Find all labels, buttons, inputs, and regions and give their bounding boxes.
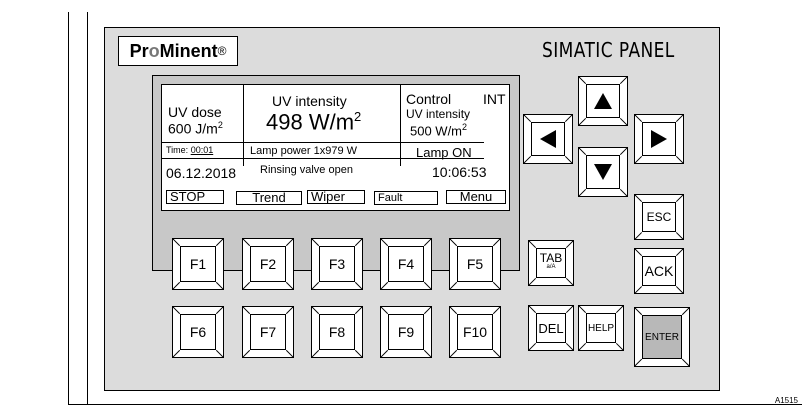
f3-key[interactable]: F3 [311,238,363,290]
panel-label: SIMATIC PANEL [542,38,675,62]
f10-key[interactable]: F10 [449,306,501,358]
f7-label: F7 [250,314,286,350]
time-label: Time: 00:01 [166,145,213,155]
f3-label: F3 [319,246,355,282]
divider-bottom [162,158,484,159]
f1-label: F1 [180,246,216,282]
control-label: Control [406,91,452,107]
arrow-left-icon [531,122,565,156]
ack-key[interactable]: ACK [634,248,684,294]
clock-display: 10:06:53 [432,164,487,180]
f9-key[interactable]: F9 [380,306,432,358]
f2-key[interactable]: F2 [242,238,294,290]
logo-text-o: o [148,40,160,61]
f8-label: F8 [319,314,355,350]
divider-top [162,142,484,143]
help-label: HELP [586,313,616,343]
esc-label: ESC [642,202,676,232]
uv-intensity-label: UV intensity [272,93,347,109]
uv-intensity-exponent: 2 [354,109,362,124]
arrow-up-key[interactable] [578,76,628,126]
tab-key[interactable]: TAB a/A [528,240,574,286]
uv-dose-value: 600 J/m2 [168,120,223,137]
reference-code: A1515 [774,396,798,405]
f6-key[interactable]: F6 [172,306,224,358]
softkey-menu: Menu [446,190,506,204]
arrow-down-key[interactable] [578,147,628,197]
rinsing-status: Rinsing valve open [260,164,353,176]
softkey-trend: Trend [236,191,302,205]
frame-line [87,12,88,404]
arrow-right-key[interactable] [634,114,684,164]
esc-key[interactable]: ESC [634,194,684,240]
f5-key[interactable]: F5 [449,238,501,290]
arrow-down-icon [586,155,620,189]
f2-label: F2 [250,246,286,282]
f6-label: F6 [180,314,216,350]
arrow-right-icon [642,122,676,156]
time-label-text: Time: [166,145,189,155]
f10-label: F10 [457,314,493,350]
arrow-up-icon [586,84,620,118]
control-sub-value: 500 W/m2 [410,122,467,138]
enter-label: ENTER [642,315,682,359]
control-sub-label: UV intensity [406,107,471,121]
softkey-stop: STOP [166,190,224,204]
help-key[interactable]: HELP [578,305,624,351]
f7-key[interactable]: F7 [242,306,294,358]
uv-intensity-value: 498 W/m2 [266,109,361,135]
display-screen: UV dose 600 J/m2 UV intensity 498 W/m2 C… [161,84,510,211]
f4-key[interactable]: F4 [380,238,432,290]
logo-text-start: Pr [129,40,149,61]
uv-dose-label: UV dose [168,104,222,120]
arrow-left-key[interactable] [523,114,573,164]
f4-label: F4 [388,246,424,282]
control-sub-exponent: 2 [462,122,468,132]
registered-mark: ® [217,44,227,58]
control-mode: INT [483,91,506,107]
logo-text-end: Minent [159,40,218,61]
f5-label: F5 [457,246,493,282]
tab-label: TAB a/A [536,248,566,278]
tab-sub-label: a/A [546,264,556,270]
divider-right [400,85,401,166]
softkey-wiper: Wiper [307,190,365,204]
lamp-power: Lamp power 1x979 W [250,145,357,157]
enter-key[interactable]: ENTER [634,307,690,367]
ack-label: ACK [642,256,676,286]
del-key[interactable]: DEL [528,305,574,351]
uv-dose-exponent: 2 [217,120,223,130]
time-value: 00:01 [190,145,214,155]
f1-key[interactable]: F1 [172,238,224,290]
date-display: 06.12.2018 [166,165,237,181]
softkey-fault: Fault [374,191,438,205]
control-sub-number: 500 W/m [410,123,463,139]
uv-intensity-number: 498 W/m [266,109,355,135]
del-label: DEL [536,313,566,343]
uv-dose-number: 600 J/m [168,120,218,137]
f9-label: F9 [388,314,424,350]
f8-key[interactable]: F8 [311,306,363,358]
prominent-logo: Pr o Minent ® [118,36,238,66]
divider-mid [243,143,244,166]
